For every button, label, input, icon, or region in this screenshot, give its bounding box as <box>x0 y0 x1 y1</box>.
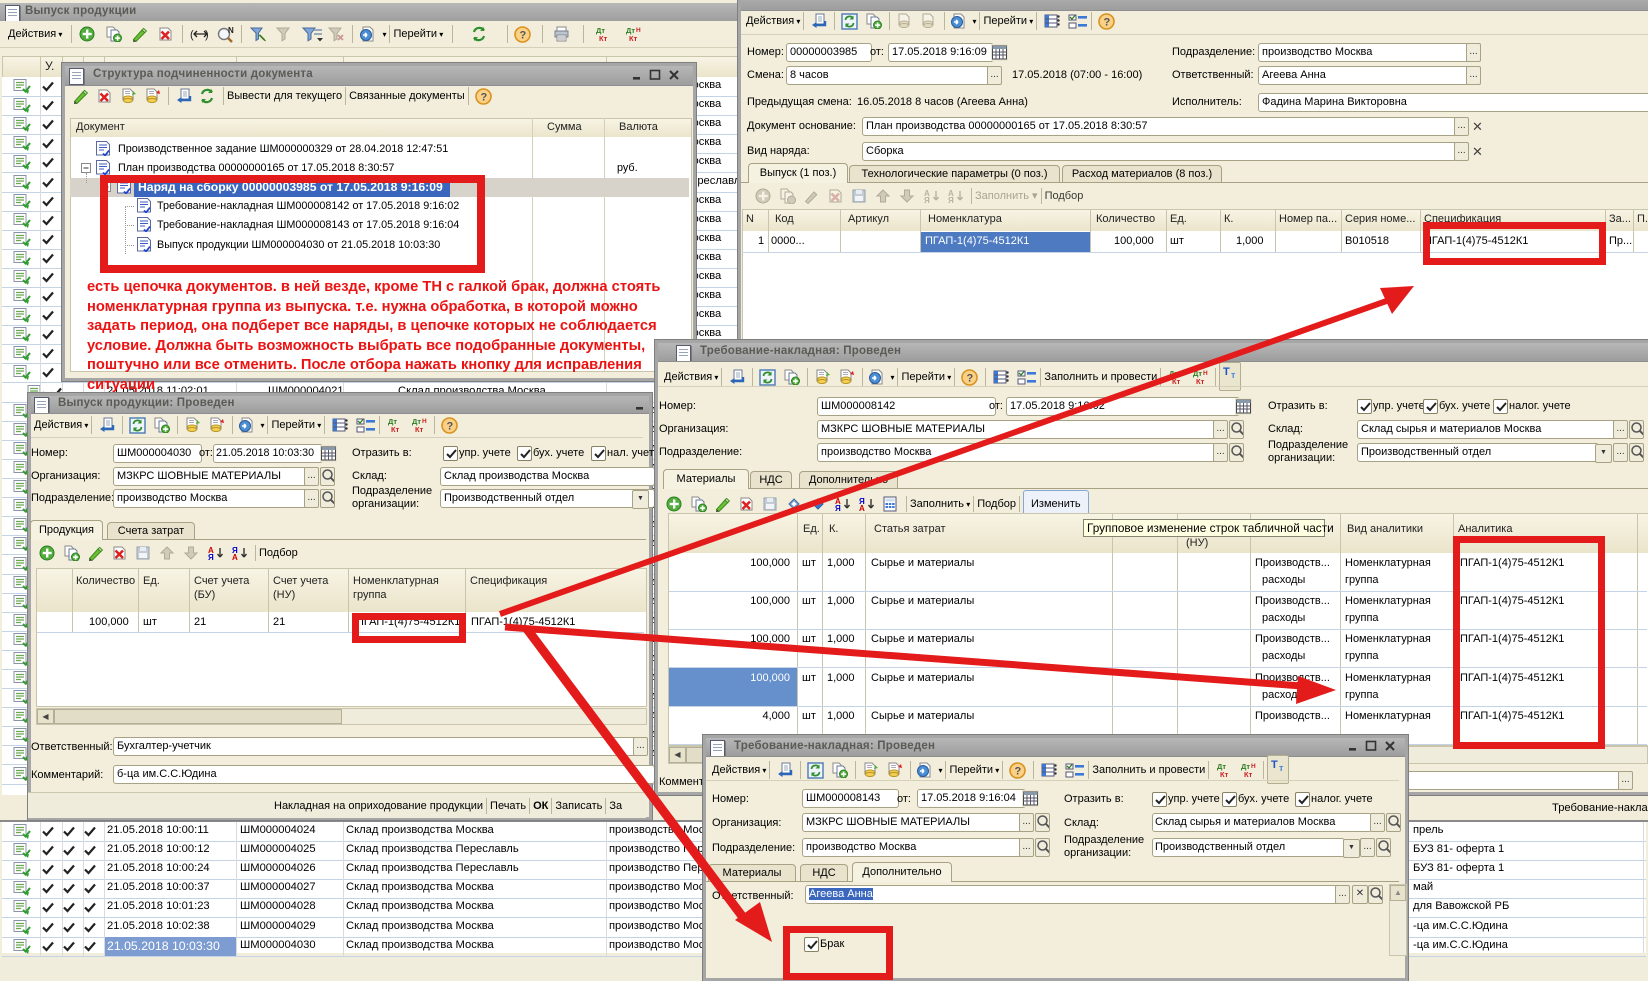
svg-text:(: ( <box>190 29 194 41</box>
svg-text:Н: Н <box>1251 763 1256 770</box>
svg-text:?: ? <box>520 30 527 42</box>
svg-text:Н: Н <box>1203 370 1208 377</box>
svg-text:Кт: Кт <box>1172 377 1181 386</box>
svg-text:т: т <box>1231 370 1236 380</box>
svg-text:т: т <box>1279 763 1284 773</box>
svg-text:Я: Я <box>208 553 214 561</box>
svg-text:Я: Я <box>948 196 954 204</box>
svg-text:Кт: Кт <box>415 425 424 434</box>
svg-text:?: ? <box>1015 766 1022 778</box>
svg-text:N: N <box>228 26 234 35</box>
svg-text:?: ? <box>1104 17 1111 29</box>
svg-text:А: А <box>232 553 238 561</box>
svg-text:Н: Н <box>422 418 427 425</box>
svg-text:А: А <box>859 504 865 512</box>
svg-text:Т: Т <box>1271 759 1278 771</box>
svg-text:Я: Я <box>835 504 841 512</box>
svg-text:Кт: Кт <box>1220 770 1229 779</box>
svg-text:Кт: Кт <box>1244 770 1253 779</box>
svg-text:?: ? <box>447 421 454 433</box>
svg-text:Кт: Кт <box>391 425 400 434</box>
svg-text:Н: Н <box>636 27 641 34</box>
svg-text:Кт: Кт <box>1196 377 1205 386</box>
svg-text:?: ? <box>480 92 487 104</box>
svg-text:Кт: Кт <box>599 34 608 43</box>
svg-text:Т: Т <box>1223 366 1230 378</box>
svg-text:Кт: Кт <box>629 34 638 43</box>
svg-text:?: ? <box>967 373 974 385</box>
svg-text:Я: Я <box>924 196 930 204</box>
